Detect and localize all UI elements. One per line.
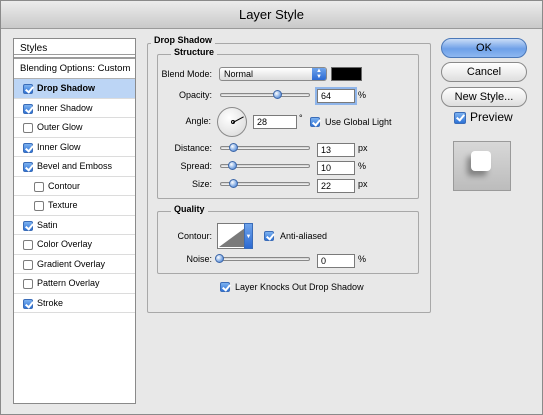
opacity-slider[interactable] (220, 93, 310, 97)
shadow-color-swatch[interactable] (331, 67, 362, 81)
style-item[interactable]: Contour (14, 177, 135, 196)
style-item-label: Gradient Overlay (37, 258, 106, 269)
layer-style-dialog: Layer Style Styles Blending Options: Cus… (0, 0, 543, 415)
opacity-unit: % (358, 90, 367, 100)
style-item-label: Inner Glow (37, 141, 81, 152)
noise-slider[interactable] (220, 257, 310, 261)
style-item-label: Satin (37, 219, 58, 230)
style-item-label: Outer Glow (37, 122, 83, 132)
opacity-field[interactable]: 64 (317, 89, 355, 103)
anti-aliased-label: Anti-aliased (280, 231, 328, 241)
style-item[interactable]: Pattern Overlay (14, 274, 135, 294)
style-items: Drop Shadow Inner Shadow Outer Glow Inner G… (14, 79, 135, 313)
distance-slider-handle[interactable] (229, 143, 238, 152)
quality-group (157, 211, 419, 274)
style-item-label: Inner Shadow (37, 102, 93, 113)
blend-mode-value: Normal (224, 69, 254, 79)
style-item[interactable]: Stroke (14, 294, 135, 313)
drop-shadow-title: Drop Shadow (151, 35, 215, 45)
noise-field[interactable]: 0 (317, 254, 355, 268)
quality-title: Quality (171, 204, 208, 214)
noise-unit: % (358, 254, 367, 264)
style-item-label: Texture (48, 200, 78, 210)
style-item-checkbox[interactable] (23, 84, 33, 94)
style-item[interactable]: Inner Shadow (14, 99, 135, 118)
style-item[interactable]: Inner Glow (14, 138, 135, 157)
use-global-light-label: Use Global Light (325, 117, 392, 127)
distance-field[interactable]: 13 (317, 143, 355, 157)
opacity-slider-handle[interactable] (273, 90, 282, 99)
distance-unit: px (358, 143, 368, 153)
structure-title: Structure (171, 47, 218, 57)
style-item-label: Bevel and Emboss (37, 161, 113, 171)
style-item-checkbox[interactable] (23, 103, 33, 114)
style-item-checkbox[interactable] (23, 259, 33, 270)
preview-label: Preview (470, 110, 513, 124)
style-item-label: Drop Shadow (37, 83, 95, 93)
spread-field[interactable]: 10 (317, 161, 355, 175)
style-item-label: Color Overlay (37, 239, 93, 249)
angle-unit: ° (299, 113, 303, 123)
style-item[interactable]: Satin (14, 216, 135, 235)
use-global-light-checkbox[interactable] (310, 117, 320, 127)
preview-swatch (471, 151, 491, 171)
style-item[interactable]: Gradient Overlay (14, 255, 135, 274)
window-title: Layer Style (1, 1, 542, 29)
angle-label: Angle: (185, 116, 211, 126)
style-item-checkbox[interactable] (23, 220, 33, 231)
size-label: Size: (191, 179, 212, 189)
blend-mode-label: Blend Mode: (161, 69, 212, 79)
select-arrows-icon: ▲ ▼ (312, 68, 326, 80)
contour-dropdown-icon[interactable]: ▼ (244, 223, 253, 249)
spread-unit: % (358, 161, 367, 171)
layer-knocks-out-checkbox[interactable] (220, 282, 230, 292)
style-item-label: Stroke (37, 297, 64, 308)
anti-aliased-checkbox[interactable] (264, 231, 274, 241)
style-item-checkbox[interactable] (23, 240, 33, 250)
styles-header[interactable]: Styles (14, 39, 135, 59)
angle-field[interactable]: 28 (253, 115, 297, 129)
size-unit: px (358, 179, 368, 189)
style-item-label: Pattern Overlay (37, 278, 100, 288)
style-item-checkbox[interactable] (23, 298, 33, 309)
style-item-checkbox[interactable] (23, 142, 33, 153)
preview-checkbox[interactable] (454, 112, 466, 124)
angle-center (231, 120, 235, 124)
style-item-checkbox[interactable] (34, 181, 44, 192)
style-item[interactable]: Bevel and Emboss (14, 157, 135, 177)
style-item-checkbox[interactable] (23, 123, 33, 133)
spread-label: Spread: (180, 161, 212, 171)
distance-label: Distance: (174, 143, 212, 153)
style-item-checkbox[interactable] (23, 279, 33, 289)
layer-knocks-out-label: Layer Knocks Out Drop Shadow (235, 282, 364, 292)
blending-options-item[interactable]: Blending Options: Custom (14, 59, 135, 79)
blend-mode-select[interactable]: Normal ▲ ▼ (219, 67, 327, 81)
noise-slider-handle[interactable] (215, 254, 224, 263)
cancel-button[interactable]: Cancel (441, 62, 527, 82)
style-item-label: Contour (48, 180, 81, 191)
style-item[interactable]: Outer Glow (14, 118, 135, 138)
style-item-checkbox[interactable] (34, 201, 44, 211)
size-field[interactable]: 22 (317, 179, 355, 193)
contour-label: Contour: (177, 231, 212, 241)
style-preview-thumbnail (453, 141, 511, 191)
size-slider-handle[interactable] (229, 179, 238, 188)
opacity-label: Opacity: (178, 90, 212, 100)
spread-slider-handle[interactable] (228, 161, 237, 170)
style-item[interactable]: Color Overlay (14, 235, 135, 255)
new-style-button[interactable]: New Style... (441, 87, 527, 107)
style-item[interactable]: Texture (14, 196, 135, 216)
styles-list: Styles Blending Options: Custom Drop Sha… (13, 38, 136, 404)
noise-label: Noise: (186, 254, 212, 264)
angle-dial[interactable] (217, 107, 247, 137)
style-item-checkbox[interactable] (23, 162, 33, 172)
ok-button[interactable]: OK (441, 38, 527, 58)
style-item[interactable]: Drop Shadow (14, 79, 135, 99)
